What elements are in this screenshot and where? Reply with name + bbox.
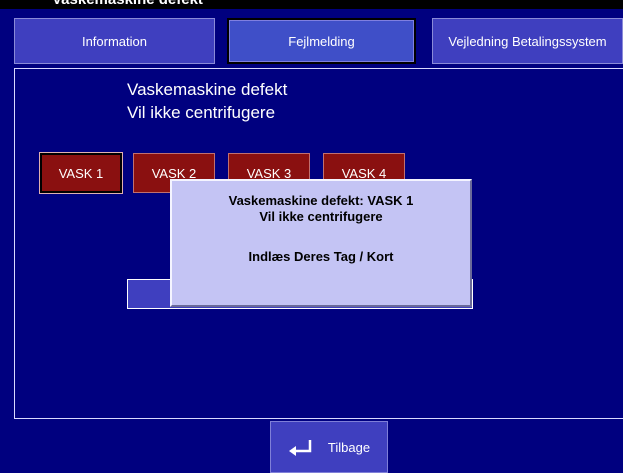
tab-fejlmelding-label: Fejlmelding [288, 33, 355, 49]
top-title-strip: Vaskemaskine defekt [0, 0, 623, 9]
tab-information[interactable]: Information [14, 18, 215, 64]
error-message-line1: Vaskemaskine defekt [127, 80, 288, 99]
popup-instruction: Indlæs Deres Tag / Kort [248, 249, 394, 264]
back-button[interactable]: Tilbage [270, 421, 388, 473]
top-title-text: Vaskemaskine defekt [52, 0, 203, 8]
tab-information-label: Information [81, 33, 148, 49]
popup-line1: Vaskemaskine defekt: VASK 1 [228, 193, 414, 208]
tab-fejlmelding[interactable]: Fejlmelding [227, 18, 416, 64]
popup-line2: Vil ikke centrifugere [259, 209, 383, 224]
return-arrow-icon [288, 440, 312, 456]
back-button-label: Tilbage [327, 439, 371, 455]
vask-1-button[interactable]: VASK 1 [40, 153, 122, 193]
vask-1-label: VASK 1 [58, 165, 104, 181]
tab-vejledning[interactable]: Vejledning Betalingssystem [432, 18, 623, 64]
confirmation-popup: Vaskemaskine defekt: VASK 1 Vil ikke cen… [170, 179, 472, 307]
error-message-line2: Vil ikke centrifugere [127, 103, 276, 122]
tab-vejledning-label: Vejledning Betalingssystem [448, 33, 607, 49]
